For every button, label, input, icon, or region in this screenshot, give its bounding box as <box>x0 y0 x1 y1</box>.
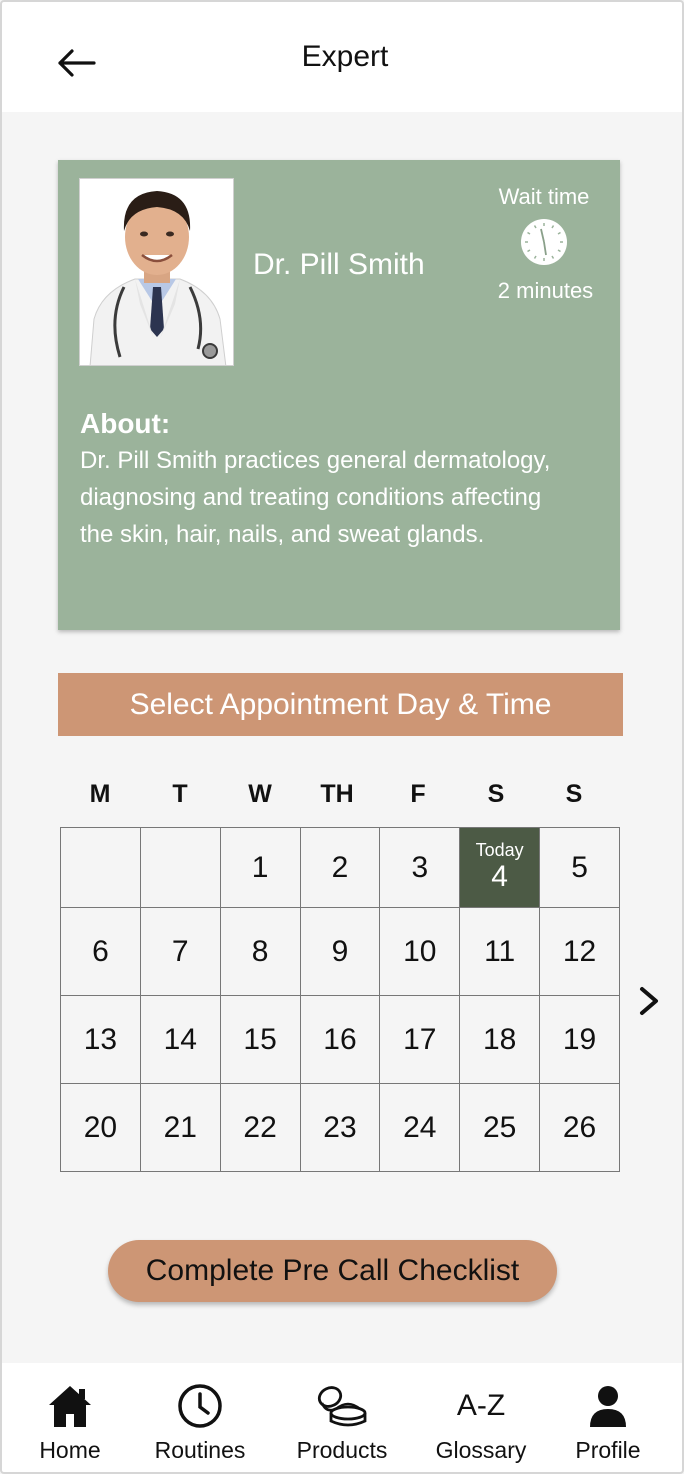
calendar-day[interactable]: 7 <box>139 907 221 996</box>
calendar-empty-cell <box>139 827 221 908</box>
weekday-label: S <box>565 780 583 808</box>
calendar-day[interactable]: 25 <box>459 1083 541 1172</box>
today-label: Today <box>475 839 524 860</box>
nav-label-home: Home <box>39 1437 101 1463</box>
weekday-header-row: M T W TH F S S <box>60 780 620 812</box>
nav-products[interactable]: Products <box>280 1363 404 1472</box>
calendar-day[interactable]: 19 <box>539 995 620 1084</box>
a-z-icon: A-Z <box>456 1389 506 1422</box>
nav-profile[interactable]: Profile <box>558 1363 658 1472</box>
next-week-chevron-icon[interactable] <box>636 984 664 1018</box>
calendar-day[interactable]: 24 <box>379 1083 461 1172</box>
nav-label-profile: Profile <box>575 1437 641 1463</box>
calendar-day[interactable]: 3 <box>379 827 461 908</box>
calendar-day[interactable]: 18 <box>459 995 541 1084</box>
calendar-day[interactable]: 23 <box>299 1083 381 1172</box>
page-title: Expert <box>301 40 389 73</box>
calendar-day[interactable]: 16 <box>299 995 381 1084</box>
weekday-label: S <box>487 780 505 808</box>
products-icon <box>314 1383 370 1434</box>
bottom-nav: Home Routines Products A-Z Glossary Prof… <box>2 1363 682 1472</box>
weekday-label: W <box>248 780 272 808</box>
app-header: Expert <box>2 2 682 112</box>
nav-glossary[interactable]: A-Z Glossary <box>422 1363 540 1472</box>
about-heading: About: <box>80 408 171 439</box>
doctor-photo <box>79 178 234 366</box>
calendar-day[interactable]: 2 <box>299 827 381 908</box>
calendar-grid: 1 2 3 Today 4 5 6 7 8 9 10 11 12 13 14 1… <box>60 827 620 1172</box>
weekday-label: T <box>172 780 188 808</box>
wait-time-label: Wait time <box>498 184 590 209</box>
calendar-empty-cell <box>60 827 141 908</box>
expert-card: Dr. Pill Smith Wait time 2 minutes About… <box>58 160 620 630</box>
doctor-name: Dr. Pill Smith <box>253 248 425 281</box>
calendar-week-row: 6 7 8 9 10 11 12 <box>60 907 620 996</box>
pre-call-checklist-button[interactable]: Complete Pre Call Checklist <box>108 1240 557 1302</box>
calendar-day[interactable]: 10 <box>379 907 461 996</box>
nav-label-routines: Routines <box>154 1437 246 1463</box>
calendar-day[interactable]: 22 <box>219 1083 301 1172</box>
calendar-day[interactable]: 6 <box>60 907 141 996</box>
profile-icon <box>588 1383 628 1434</box>
nav-home[interactable]: Home <box>12 1363 128 1472</box>
calendar-day[interactable]: 15 <box>219 995 301 1084</box>
nav-label-products: Products <box>296 1437 388 1463</box>
calendar-day-today[interactable]: Today 4 <box>459 827 541 908</box>
about-text: Dr. Pill Smith practices general dermato… <box>80 447 551 548</box>
calendar-day[interactable]: 17 <box>379 995 461 1084</box>
home-icon <box>47 1383 93 1434</box>
calendar-week-row: 20 21 22 23 24 25 26 <box>60 1083 620 1172</box>
calendar-day[interactable]: 12 <box>539 907 620 996</box>
wait-clock-icon <box>520 218 568 266</box>
calendar-day[interactable]: 21 <box>139 1083 221 1172</box>
calendar-day[interactable]: 8 <box>219 907 301 996</box>
select-appointment-header: Select Appointment Day & Time <box>58 673 623 736</box>
weekday-label: TH <box>320 780 354 808</box>
calendar-day[interactable]: 20 <box>60 1083 141 1172</box>
calendar-day[interactable]: 11 <box>459 907 541 996</box>
calendar-day[interactable]: 13 <box>60 995 141 1084</box>
wait-time-value: 2 minutes <box>497 278 594 303</box>
calendar-day[interactable]: 26 <box>539 1083 620 1172</box>
nav-label-glossary: Glossary <box>435 1437 527 1463</box>
weekday-label: M <box>89 780 111 808</box>
nav-routines[interactable]: Routines <box>140 1363 260 1472</box>
calendar-week-row: 13 14 15 16 17 18 19 <box>60 995 620 1084</box>
calendar-day[interactable]: 14 <box>139 995 221 1084</box>
calendar-week-row: 1 2 3 Today 4 5 <box>60 827 620 908</box>
calendar-day[interactable]: 1 <box>219 827 301 908</box>
clock-icon <box>177 1383 223 1434</box>
calendar-day[interactable]: 9 <box>299 907 381 996</box>
today-day-number: 4 <box>491 859 508 893</box>
calendar-day[interactable]: 5 <box>539 827 620 908</box>
weekday-label: F <box>410 780 426 808</box>
